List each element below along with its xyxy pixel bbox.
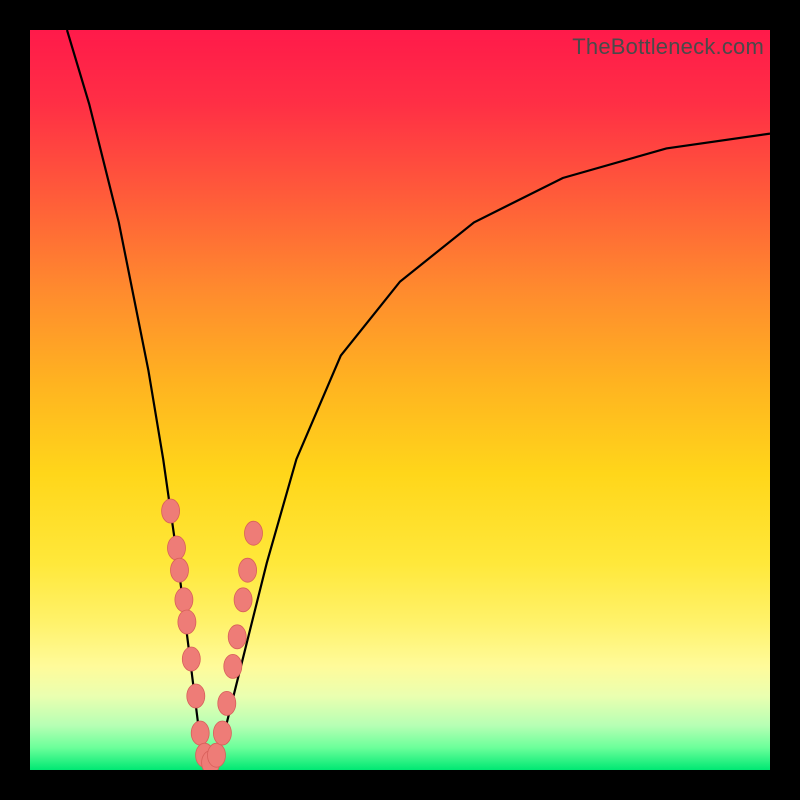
bead-marker	[182, 647, 200, 671]
bead-marker	[234, 588, 252, 612]
bead-marker	[168, 536, 186, 560]
bead-marker	[213, 721, 231, 745]
bottleneck-curve-svg	[30, 30, 770, 770]
bead-marker	[187, 684, 205, 708]
bead-marker	[171, 558, 189, 582]
bead-marker	[175, 588, 193, 612]
bead-marker	[191, 721, 209, 745]
watermark-text: TheBottleneck.com	[572, 34, 764, 60]
curve-path	[67, 30, 770, 770]
bead-marker	[245, 521, 263, 545]
bead-marker	[208, 743, 226, 767]
bead-marker	[162, 499, 180, 523]
bead-marker	[224, 654, 242, 678]
bead-marker	[178, 610, 196, 634]
bead-marker	[228, 625, 246, 649]
bead-marker	[239, 558, 257, 582]
chart-frame: TheBottleneck.com	[30, 30, 770, 770]
bead-marker	[218, 691, 236, 715]
bead-markers	[162, 499, 263, 770]
